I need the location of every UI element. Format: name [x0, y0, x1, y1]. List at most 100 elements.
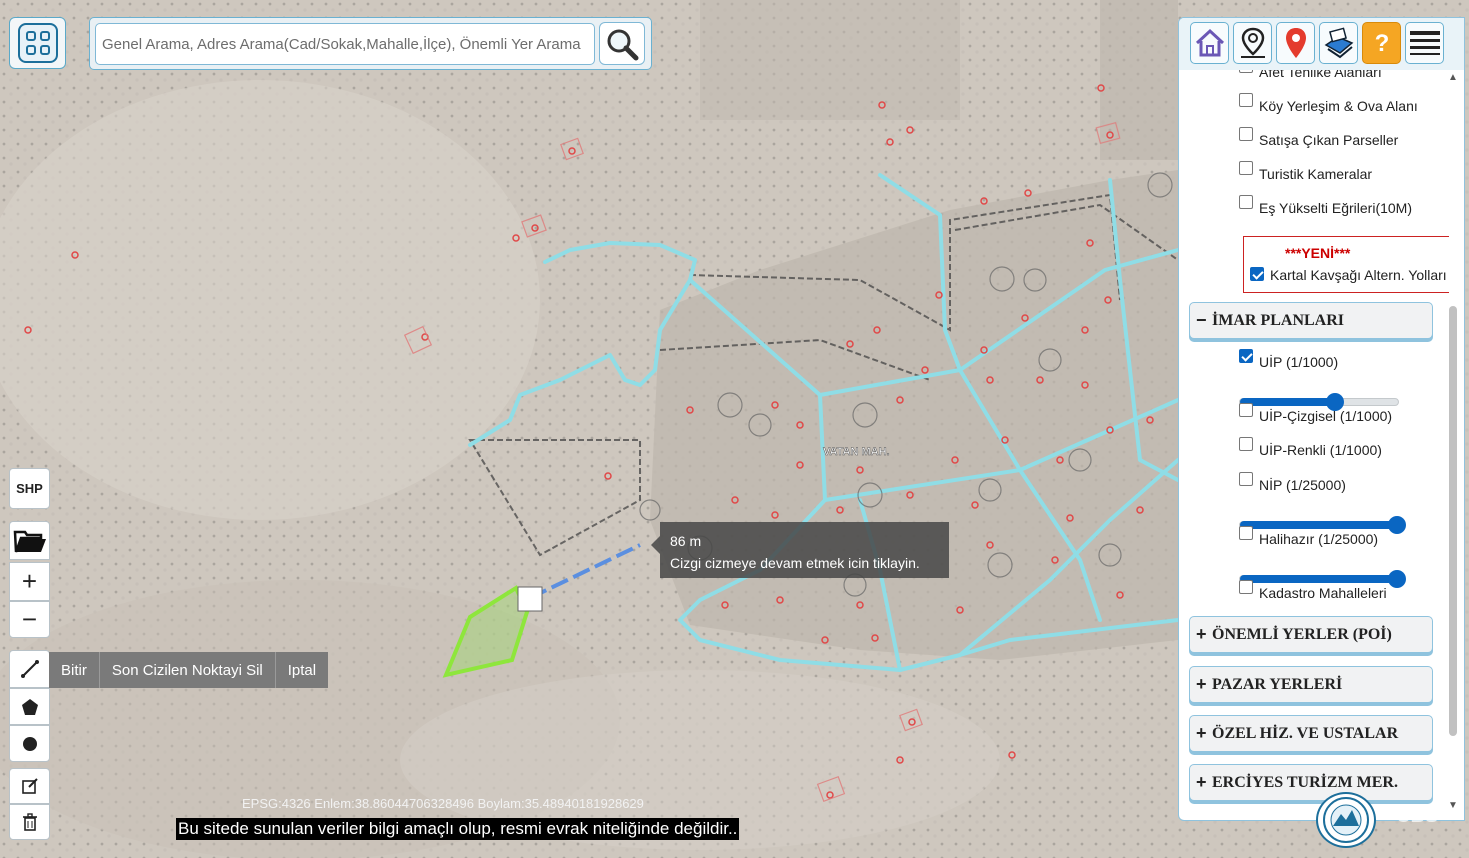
- layer-label: Turistik Kameralar: [1259, 166, 1373, 182]
- new-layer-box: ***YENİ*** Kartal Kavşağı Altern. Yollar…: [1243, 236, 1449, 293]
- finish-button[interactable]: Bitir: [49, 652, 100, 688]
- app-menu-button[interactable]: [9, 17, 66, 69]
- scroll-down-icon[interactable]: ▼: [1448, 800, 1458, 811]
- cbs-watermark: CBS: [1396, 805, 1439, 827]
- layer-item[interactable]: Eş Yükselti Eğrileri(10M): [1239, 195, 1413, 216]
- location-pin-button[interactable]: [1233, 22, 1272, 64]
- map-pin-outline-icon: [1240, 27, 1265, 58]
- draw-line-button[interactable]: [9, 650, 50, 688]
- print-map-icon: [1324, 27, 1353, 59]
- layer-checkbox[interactable]: [1239, 437, 1253, 451]
- layer-item[interactable]: Kadastro Mahalleleri: [1239, 580, 1387, 601]
- menu-button[interactable]: [1405, 22, 1444, 64]
- layer-checkbox[interactable]: [1239, 161, 1253, 175]
- line-icon: [20, 660, 39, 678]
- section-label: ERCİYES TURİZM MER.: [1212, 773, 1398, 791]
- layer-checkbox[interactable]: [1239, 349, 1253, 363]
- delete-drawing-button[interactable]: [9, 804, 50, 840]
- layer-item[interactable]: Halihazır (1/25000): [1239, 526, 1379, 547]
- expand-icon: +: [1196, 674, 1207, 694]
- slider-fill: [1240, 398, 1334, 406]
- layer-item[interactable]: UİP-Renkli (1/1000): [1239, 437, 1382, 458]
- layer-label: Köy Yerleşim & Ova Alanı: [1259, 98, 1418, 114]
- new-layer-item[interactable]: Kartal Kavşağı Altern. Yolları: [1250, 267, 1447, 283]
- layer-checkbox[interactable]: [1239, 93, 1253, 107]
- layer-list: Afet Tehlike Alanları Köy Yerleşim & Ova…: [1179, 70, 1449, 820]
- trash-icon: [22, 813, 37, 831]
- section-ozel-hizmetler[interactable]: + ÖZEL HİZ. VE USTALAR: [1189, 715, 1433, 752]
- municipality-logo: [1316, 792, 1376, 848]
- circle-icon: [22, 736, 37, 751]
- municipality-seal-icon: [1323, 797, 1369, 843]
- layer-label: Kadastro Mahalleleri: [1259, 585, 1387, 601]
- slider-thumb[interactable]: [1388, 516, 1406, 534]
- layer-checkbox[interactable]: [1239, 195, 1253, 209]
- expand-icon: +: [1196, 624, 1207, 644]
- search-input[interactable]: [95, 23, 595, 65]
- section-pazar-yerleri[interactable]: + PAZAR YERLERİ: [1189, 666, 1433, 703]
- section-erciyes-turizm[interactable]: + ERCİYES TURİZM MER.: [1189, 764, 1433, 801]
- zoom-out-button[interactable]: −: [9, 601, 50, 638]
- search-button[interactable]: [599, 22, 645, 65]
- layer-checkbox[interactable]: [1239, 127, 1253, 141]
- layer-item[interactable]: NİP (1/25000): [1239, 472, 1346, 493]
- edit-icon: [21, 778, 38, 794]
- layer-label: UİP-Renkli (1/1000): [1259, 442, 1382, 458]
- menu-icon: [1409, 31, 1440, 55]
- draw-circle-button[interactable]: [9, 725, 50, 762]
- layer-label: NİP (1/25000): [1259, 477, 1346, 493]
- cancel-button[interactable]: Iptal: [275, 652, 329, 688]
- scroll-up-icon[interactable]: ▲: [1448, 72, 1458, 83]
- collapse-icon: −: [1196, 310, 1207, 330]
- layer-checkbox[interactable]: [1239, 70, 1253, 73]
- help-button[interactable]: ?: [1362, 22, 1401, 64]
- layer-checkbox[interactable]: [1239, 472, 1253, 486]
- slider-fill: [1240, 575, 1400, 583]
- draw-polygon-button[interactable]: [9, 688, 50, 725]
- measure-tooltip: 86 m Cizgi cizmeye devam etmek icin tikl…: [651, 522, 949, 578]
- delete-last-point-button[interactable]: Son Cizilen Noktayi Sil: [99, 652, 276, 688]
- layer-label: Satışa Çıkan Parseller: [1259, 132, 1399, 148]
- help-icon: ?: [1374, 30, 1389, 57]
- shp-upload-button[interactable]: SHP: [9, 468, 50, 509]
- layer-checkbox[interactable]: [1239, 403, 1253, 417]
- slider-fill: [1240, 521, 1400, 529]
- open-file-button[interactable]: [9, 521, 50, 560]
- layer-label: Halihazır (1/25000): [1259, 531, 1379, 547]
- nip-opacity-slider[interactable]: [1239, 516, 1406, 534]
- layer-label: Eş Yükselti Eğrileri(10M): [1259, 200, 1413, 216]
- home-button[interactable]: [1190, 22, 1229, 64]
- layer-checkbox[interactable]: [1250, 267, 1264, 281]
- zoom-in-button[interactable]: +: [9, 562, 50, 601]
- new-badge: ***YENİ***: [1285, 245, 1351, 261]
- disclaimer-text: Bu sitede sunulan veriler bilgi amaçlı o…: [176, 818, 740, 840]
- layer-item[interactable]: Satışa Çıkan Parseller: [1239, 127, 1399, 148]
- layer-checkbox[interactable]: [1239, 580, 1253, 594]
- layer-item-uip[interactable]: UİP (1/1000): [1239, 349, 1338, 370]
- section-onemli-yerler[interactable]: + ÖNEMLİ YERLER (POİ): [1189, 616, 1433, 653]
- layer-item[interactable]: Afet Tehlike Alanları: [1239, 70, 1382, 80]
- panel-scrollbar[interactable]: ▲ ▼: [1446, 70, 1461, 815]
- measure-hint: Cizgi cizmeye devam etmek icin tiklayin.: [670, 555, 920, 571]
- home-icon: [1195, 28, 1224, 57]
- layer-item[interactable]: Köy Yerleşim & Ova Alanı: [1239, 93, 1418, 114]
- section-label: PAZAR YERLERİ: [1212, 675, 1343, 693]
- halihazir-opacity-slider[interactable]: [1239, 570, 1406, 588]
- uip-opacity-slider[interactable]: [1239, 393, 1399, 411]
- edit-drawing-button[interactable]: [9, 768, 50, 804]
- measure-distance: 86 m: [670, 533, 702, 549]
- print-button[interactable]: [1319, 22, 1358, 64]
- scroll-thumb[interactable]: [1449, 306, 1457, 736]
- layer-checkbox[interactable]: [1239, 526, 1253, 540]
- layer-label: UİP-Çizgisel (1/1000): [1259, 408, 1393, 424]
- measure-vertex-handle: [517, 586, 543, 612]
- svg-text:?: ?: [1374, 30, 1389, 57]
- section-imar-planlari[interactable]: − İMAR PLANLARI: [1189, 302, 1433, 339]
- slider-thumb[interactable]: [1388, 570, 1406, 588]
- expand-icon: +: [1196, 772, 1207, 792]
- layer-item[interactable]: Turistik Kameralar: [1239, 161, 1373, 182]
- layer-label: Kartal Kavşağı Altern. Yolları: [1270, 267, 1447, 283]
- folder-open-icon: [13, 530, 46, 552]
- marker-button[interactable]: [1276, 22, 1315, 64]
- layer-item[interactable]: UİP-Çizgisel (1/1000): [1239, 403, 1393, 424]
